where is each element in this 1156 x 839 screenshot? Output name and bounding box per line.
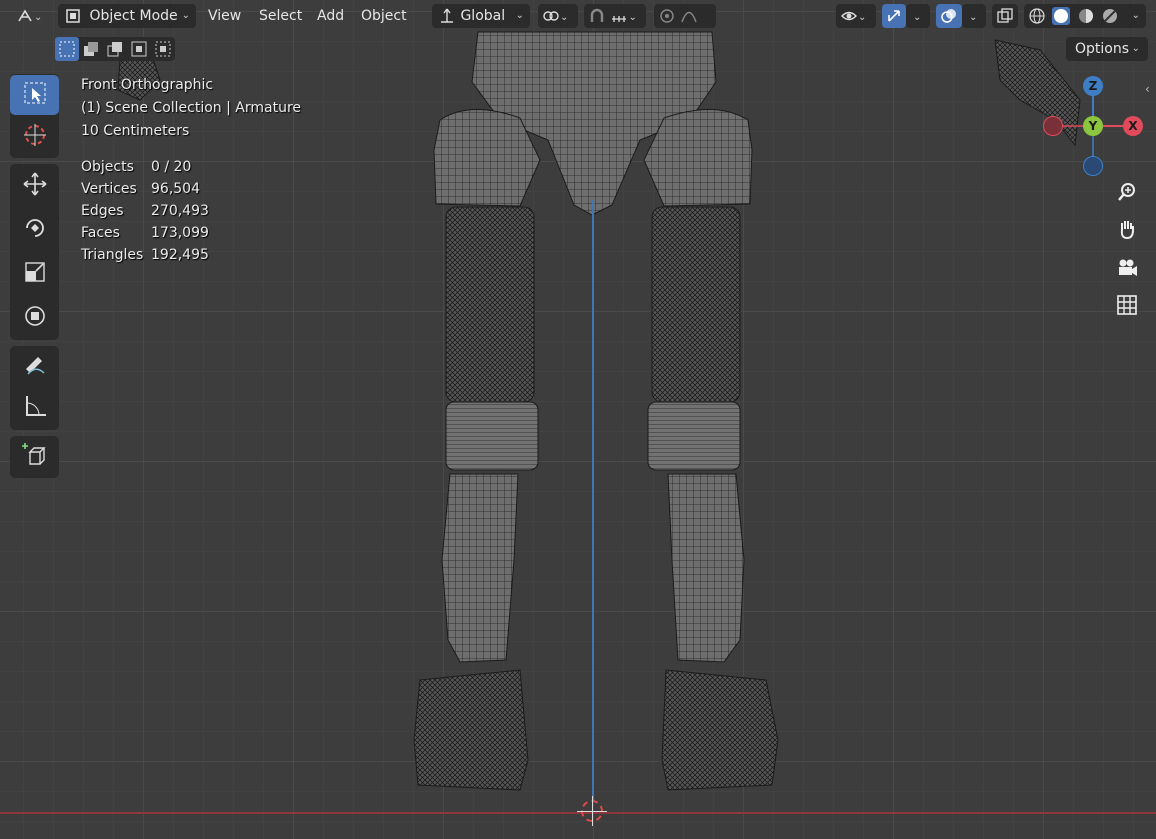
stat-label: Edges xyxy=(81,203,124,219)
menu-view[interactable]: View xyxy=(208,4,241,28)
editor-type-icon xyxy=(16,7,34,25)
selection-mode-row xyxy=(55,37,175,61)
gizmo-dropdown[interactable]: ⌄ xyxy=(906,4,930,28)
stat-value: 0 / 20 xyxy=(151,159,192,175)
toolbar-group-select xyxy=(10,74,59,158)
measure-tool[interactable] xyxy=(10,388,59,428)
stat-label: Triangles xyxy=(81,247,144,263)
gizmo-z-axis[interactable]: Z xyxy=(1083,76,1103,96)
xray-toggle[interactable] xyxy=(992,4,1018,28)
snap-icon xyxy=(588,7,606,25)
z-axis-line xyxy=(592,200,594,800)
shading-modes: ⌄ xyxy=(1024,4,1146,28)
options-dropdown[interactable]: Options ⌄ xyxy=(1066,37,1148,61)
move-icon xyxy=(22,171,48,201)
add-cube-tool[interactable] xyxy=(10,437,59,477)
cursor-tool[interactable] xyxy=(10,117,59,157)
select-new-button[interactable] xyxy=(55,37,79,61)
ortho-toggle-button[interactable] xyxy=(1111,291,1143,323)
orientation-label: Global xyxy=(460,8,506,24)
toolbar-group-transform xyxy=(10,164,59,340)
stat-label: Vertices xyxy=(81,181,137,197)
measure-icon xyxy=(22,393,48,423)
menu-select[interactable]: Select xyxy=(259,4,302,28)
scale-tool[interactable] xyxy=(10,254,59,294)
gizmo-icon xyxy=(885,7,903,25)
gizmo-toggle[interactable] xyxy=(882,4,906,28)
select-invert-button[interactable] xyxy=(127,37,151,61)
stat-label: Objects xyxy=(81,159,134,175)
transform-icon xyxy=(22,303,48,333)
select-subtract-button[interactable] xyxy=(103,37,127,61)
annotate-tool[interactable] xyxy=(10,346,59,386)
solid-shading-icon[interactable] xyxy=(1052,7,1071,25)
overlay-icon xyxy=(940,7,958,25)
mode-dropdown[interactable]: Object Mode ⌄ xyxy=(58,4,196,28)
toolbar-group-add xyxy=(10,436,59,478)
wireframe-shading-icon[interactable] xyxy=(1028,7,1046,25)
stat-label: Faces xyxy=(81,225,120,241)
camera-view-button[interactable] xyxy=(1111,254,1143,286)
viewport-header: ⌄ Object Mode ⌄ View Select Add Object G… xyxy=(0,0,1156,32)
transform-tool[interactable] xyxy=(10,298,59,338)
add-cube-icon xyxy=(21,442,48,472)
overlay-dropdown[interactable]: ⌄ xyxy=(962,4,986,28)
3d-cursor[interactable] xyxy=(577,796,607,826)
grid-scale: 10 Centimeters xyxy=(81,123,190,139)
xray-icon xyxy=(996,7,1014,25)
overlay-toggle[interactable] xyxy=(936,4,962,28)
visibility-icon xyxy=(840,7,858,25)
rotate-tool[interactable] xyxy=(10,210,59,250)
pivot-icon xyxy=(542,7,560,25)
select-extend-button[interactable] xyxy=(79,37,103,61)
gizmo-neg-z-axis[interactable] xyxy=(1083,156,1103,176)
select-intersect-button[interactable] xyxy=(151,37,175,61)
stat-value: 96,504 xyxy=(151,181,200,197)
object-mode-icon xyxy=(64,7,82,25)
cursor-icon xyxy=(22,122,48,152)
view-name: Front Orthographic xyxy=(81,77,214,93)
grid-icon xyxy=(1116,294,1138,320)
select-box-icon xyxy=(22,80,48,110)
falloff-icon xyxy=(680,7,698,25)
material-shading-icon[interactable] xyxy=(1077,7,1095,25)
menu-object[interactable]: Object xyxy=(361,4,407,28)
proportional-edit-icon xyxy=(658,7,676,25)
pan-button[interactable] xyxy=(1111,215,1143,247)
stat-value: 192,495 xyxy=(151,247,209,263)
menu-add[interactable]: Add xyxy=(317,4,344,28)
transform-orientation-icon xyxy=(438,7,456,25)
rotate-icon xyxy=(22,215,48,245)
collection-path: (1) Scene Collection | Armature xyxy=(81,100,302,116)
rendered-shading-icon[interactable] xyxy=(1101,7,1119,25)
camera-icon xyxy=(1116,257,1138,283)
orientation-dropdown[interactable]: Global ⌄ xyxy=(432,4,530,28)
scale-icon xyxy=(22,259,48,289)
mode-label: Object Mode xyxy=(89,8,178,24)
move-tool[interactable] xyxy=(10,166,59,206)
x-axis-line xyxy=(0,812,1156,814)
snap-increment-icon xyxy=(610,7,628,25)
toolbar-group-annotate xyxy=(10,346,59,430)
annotate-icon xyxy=(22,351,48,381)
zoom-icon xyxy=(1116,181,1138,207)
select-box-tool[interactable] xyxy=(10,75,59,115)
stat-value: 270,493 xyxy=(151,203,209,219)
zoom-button[interactable] xyxy=(1111,178,1143,210)
visibility-dropdown[interactable]: ⌄ xyxy=(836,4,876,28)
options-label: Options xyxy=(1075,41,1130,57)
gizmo-y-axis[interactable]: Y xyxy=(1083,116,1103,136)
gizmo-x-axis[interactable]: X xyxy=(1123,116,1143,136)
proportional-edit-controls[interactable] xyxy=(654,4,716,28)
snap-controls[interactable]: ⌄ xyxy=(584,4,646,28)
pivot-dropdown[interactable]: ⌄ xyxy=(538,4,578,28)
gizmo-neg-x-axis[interactable] xyxy=(1043,116,1063,136)
hand-icon xyxy=(1116,218,1138,244)
editor-type-button[interactable]: ⌄ xyxy=(10,4,50,28)
stat-value: 173,099 xyxy=(151,225,209,241)
